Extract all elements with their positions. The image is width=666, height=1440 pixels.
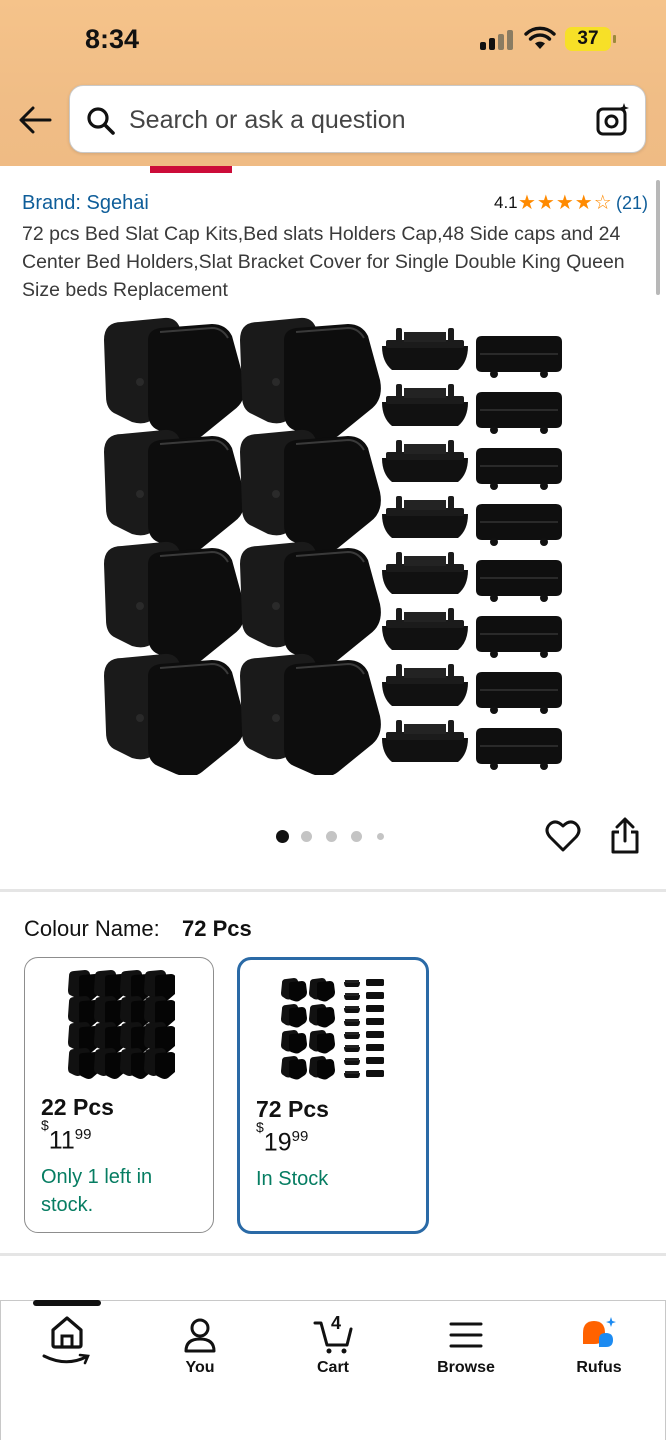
colour-selected-value: 72 Pcs — [182, 916, 252, 941]
nav-label: Rufus — [576, 1359, 622, 1376]
nav-label: You — [185, 1359, 215, 1376]
rating-count-link[interactable]: (21) — [616, 193, 648, 214]
option-price: $1999 — [256, 1119, 309, 1157]
divider — [0, 889, 666, 892]
search-placeholder: Search or ask a question — [129, 106, 406, 134]
product-image[interactable] — [98, 310, 568, 775]
colour-option-22-pcs[interactable]: 22 Pcs $1199 Only 1 left in stock. — [24, 957, 214, 1233]
product-title: 72 pcs Bed Slat Cap Kits,Bed slats Holde… — [22, 223, 625, 301]
option-price: $1199 — [41, 1117, 92, 1155]
heart-icon[interactable] — [545, 818, 581, 854]
user-icon — [184, 1318, 216, 1353]
carousel-dot[interactable] — [351, 831, 362, 842]
option-name: 22 Pcs — [41, 1094, 114, 1120]
carousel-dot[interactable] — [377, 833, 384, 840]
divider — [0, 1253, 666, 1256]
home-icon — [51, 1316, 83, 1349]
colour-label: Colour Name: — [24, 916, 160, 941]
bottom-navigation: You 4 Cart Browse Rufus — [0, 1300, 666, 1440]
rating-value: 4.1 — [494, 193, 518, 212]
option-stock-status: In Stock — [256, 1168, 329, 1190]
carousel-dot-active[interactable] — [276, 830, 289, 843]
carousel-dot[interactable] — [326, 831, 337, 842]
active-tab-indicator — [33, 1300, 101, 1306]
share-icon[interactable] — [609, 817, 641, 855]
nav-item-cart[interactable]: 4 Cart — [267, 1301, 399, 1401]
option-thumbnail — [68, 970, 175, 1079]
nav-item-you[interactable]: You — [134, 1301, 266, 1401]
wifi-icon — [524, 26, 556, 49]
carousel-dot[interactable] — [301, 831, 312, 842]
status-time: 8:34 — [85, 24, 140, 54]
nav-item-browse[interactable]: Browse — [400, 1301, 532, 1401]
nav-item-rufus[interactable]: Rufus — [533, 1301, 665, 1401]
menu-icon — [449, 1322, 483, 1348]
nav-item-home[interactable] — [1, 1301, 133, 1401]
rufus-icon — [583, 1317, 616, 1347]
nav-label: Cart — [316, 1359, 349, 1376]
battery-indicator: 37 — [565, 27, 616, 51]
option-name: 72 Pcs — [256, 1096, 329, 1122]
nav-label: Browse — [437, 1359, 495, 1376]
option-stock-status: Only 1 left in stock. — [41, 1166, 153, 1216]
camera-search-icon[interactable] — [595, 101, 631, 137]
colour-option-72-pcs[interactable]: 72 Pcs $1999 In Stock — [237, 957, 429, 1234]
header: 8:34 37 Search or ask a question — [0, 0, 666, 166]
scrolled-content-peek — [0, 166, 666, 174]
search-icon — [87, 107, 115, 135]
search-input[interactable]: Search or ask a question — [69, 85, 646, 153]
option-thumbnail — [281, 978, 384, 1080]
cart-badge: 4 — [330, 1313, 341, 1333]
back-arrow-icon[interactable] — [17, 104, 53, 136]
cellular-signal-icon — [480, 30, 514, 50]
scrollbar[interactable] — [656, 180, 660, 295]
amazon-smile-icon — [42, 1353, 90, 1365]
brand-link[interactable]: Brand: Sgehai — [22, 192, 149, 215]
star-rating[interactable]: ★★★★☆ — [518, 190, 613, 215]
